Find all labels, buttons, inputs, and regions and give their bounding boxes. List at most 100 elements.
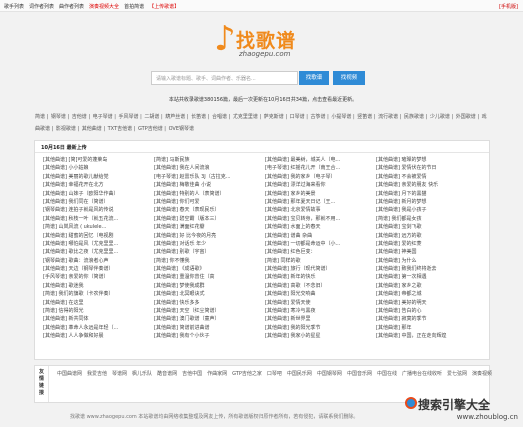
upload-link[interactable]: [其他曲谱] 革命人永远是年轻（...: [43, 324, 154, 332]
upload-link[interactable]: [其他曲谱] 谱曲 杂曲: [265, 232, 376, 240]
upload-link[interactable]: [简谱] 信得的阳光: [43, 307, 154, 315]
upload-link[interactable]: [其他曲谱] 寒冷与黑夜: [265, 307, 376, 315]
upload-link[interactable]: [其他曲谱] 远方的歌: [376, 232, 487, 240]
search-video-button[interactable]: 找视频: [333, 71, 365, 85]
upload-link[interactable]: [其他曲谱] 甜蜜的回忆（电视剧: [43, 232, 154, 240]
category-link[interactable]: 少儿歌谱 |: [430, 114, 455, 120]
upload-link[interactable]: [其他曲谱] 红色巨变：: [265, 248, 376, 256]
category-link[interactable]: 简谱 |: [35, 114, 50, 120]
upload-link[interactable]: [其他曲谱] 天空（红尘简谱）: [154, 307, 265, 315]
friend-link[interactable]: 演奏视频: [472, 370, 492, 377]
upload-link[interactable]: [其他曲谱] 致我们终将逝去: [376, 265, 487, 273]
nav-upload[interactable]: 【上传歌谱】: [149, 3, 179, 10]
upload-link[interactable]: [其他曲谱] 告白的心: [376, 307, 487, 315]
upload-link[interactable]: [其他曲谱] 我有个小伙子: [154, 332, 265, 340]
upload-link[interactable]: [其他曲谱] 高歌（不念旧）: [265, 282, 376, 290]
upload-link[interactable]: [其他曲谱] 为什么: [376, 257, 487, 265]
upload-link[interactable]: [其他曲谱] 我们同在（简谱）: [43, 198, 154, 206]
upload-link[interactable]: [其他曲谱] 在这里: [43, 299, 154, 307]
upload-link[interactable]: [其他曲谱] 快乐多多: [154, 299, 265, 307]
friend-link[interactable]: 中国音乐网: [347, 370, 372, 377]
mobile-link[interactable]: [手机版]: [499, 3, 518, 10]
friend-link[interactable]: 吉他中国: [182, 370, 202, 377]
upload-link[interactable]: [其他曲谱] 美丽的歌儿献给党: [43, 173, 154, 181]
upload-link[interactable]: [其他曲谱] [简]可爱的蓬莱岛: [43, 156, 154, 164]
category-link[interactable]: 外国歌谱 |: [456, 114, 481, 120]
category-link[interactable]: 影视歌谱 |: [56, 126, 81, 132]
friend-link[interactable]: 爱七弦网: [447, 370, 467, 377]
category-link[interactable]: 二胡谱 |: [144, 114, 164, 120]
category-link[interactable]: 口琴谱 |: [290, 114, 310, 120]
upload-link[interactable]: [其他曲谱] 歌比之夜（尤克里里...: [43, 248, 154, 256]
upload-link[interactable]: [其他曲谱] 神美国: [376, 248, 487, 256]
upload-link[interactable]: [钢琴曲谱] 连拍子就是风的传说: [43, 206, 154, 214]
upload-link[interactable]: [其他曲谱] 新世界里: [265, 315, 376, 323]
search-score-button[interactable]: 找歌谱: [299, 71, 329, 85]
friend-link[interactable]: 我爱吉他: [87, 370, 107, 377]
category-link[interactable]: TXT吉他谱 |: [108, 126, 137, 132]
upload-link[interactable]: [手风琴谱] 亲爱的你（简谱）: [43, 273, 154, 281]
friend-link[interactable]: 广播电台在线收听: [402, 370, 442, 377]
upload-link[interactable]: [其他曲谱] 人人争做和好晨: [43, 332, 154, 340]
upload-link[interactable]: [其他曲谱] 你们可爱: [154, 198, 265, 206]
upload-link[interactable]: [其他曲谱] 天边（钢琴伴奏谱）: [43, 265, 154, 273]
search-input[interactable]: 请输入歌谱标题、歌手、词曲作者、乐器名...: [151, 71, 298, 85]
category-link[interactable]: GTP吉他谱 |: [138, 126, 168, 132]
upload-link[interactable]: [其他曲谱] 重温你曾住（高: [154, 273, 265, 281]
upload-link[interactable]: [其他曲谱] 最美树，城关人（电...: [265, 156, 376, 164]
upload-link[interactable]: [其他曲谱] 对话乐 年少: [154, 240, 265, 248]
friend-link[interactable]: GTP吉他之家: [232, 370, 262, 377]
nav-composers[interactable]: 曲作者列表: [59, 3, 84, 10]
upload-link[interactable]: [电子琴谱] 赵雷乐队 3J（古拉克...: [154, 173, 265, 181]
category-link[interactable]: 萨克斯谱 |: [264, 114, 289, 120]
friend-link[interactable]: 中国钢琴网: [317, 370, 342, 377]
nav-videos[interactable]: 演奏视频大全: [89, 3, 119, 10]
upload-link[interactable]: [简谱] 马斯民族: [154, 156, 265, 164]
friend-link[interactable]: 酷音谱网: [157, 370, 177, 377]
category-link[interactable]: 长笛谱 |: [191, 114, 211, 120]
upload-link[interactable]: [其他曲谱] 帝都之城: [376, 290, 487, 298]
upload-link[interactable]: [简谱] 你不懂我: [154, 257, 265, 265]
upload-link[interactable]: [其他曲谱] 新共同体: [43, 315, 154, 323]
upload-link[interactable]: [钢琴曲谱] 歌曲：流浪者心声: [43, 257, 154, 265]
category-link[interactable]: 流行歌谱 |: [378, 114, 403, 120]
upload-link[interactable]: [其他曲谱] 爱的红菱: [376, 240, 487, 248]
nav-singers[interactable]: 歌手列表: [4, 3, 24, 10]
category-link[interactable]: 竖笛谱 |: [357, 114, 377, 120]
upload-link[interactable]: [其他曲谱] 阳光交响曲: [265, 290, 376, 298]
upload-link[interactable]: [其他曲谱] 哪怕是风（尤克里里...: [43, 240, 154, 248]
upload-link[interactable]: [其他曲谱] 不会被爱情: [376, 173, 487, 181]
category-link[interactable]: 民族歌谱 |: [404, 114, 429, 120]
upload-link[interactable]: [其他曲谱] 家乡之歌: [376, 282, 487, 290]
upload-link[interactable]: [简谱] 同样的歌: [265, 257, 376, 265]
upload-link[interactable]: [其他曲谱] 北冥眼诀式: [154, 290, 265, 298]
category-link[interactable]: 古筝谱 |: [311, 114, 331, 120]
upload-link[interactable]: [其他曲谱] 别歌（宇宙）: [154, 248, 265, 256]
category-link[interactable]: 合唱谱 |: [212, 114, 232, 120]
upload-link[interactable]: [其他曲谱] 新年的快乐: [265, 273, 376, 281]
site-logo[interactable]: ♪ 找歌谱 zhaogepu.com: [214, 20, 310, 60]
friend-link[interactable]: 作曲家网: [207, 370, 227, 377]
upload-link[interactable]: [其他曲谱] 我的阳光季节: [265, 324, 376, 332]
upload-link[interactable]: [其他曲谱] 特别的人（表简谱）: [154, 190, 265, 198]
upload-link[interactable]: [其他曲谱] 歌迷我: [43, 282, 154, 290]
upload-link[interactable]: [其他曲谱] 寂寞的季节: [376, 315, 487, 323]
category-link[interactable]: OVE钢琴谱: [169, 126, 194, 132]
category-link[interactable]: 电子琴谱 |: [93, 114, 118, 120]
category-link[interactable]: 小提琴谱 |: [331, 114, 356, 120]
upload-link[interactable]: [其他曲谱] 梦使我成群: [154, 282, 265, 290]
upload-link[interactable]: [其他曲谱] 简谱前进曲谱: [154, 324, 265, 332]
category-link[interactable]: 手风琴谱 |: [119, 114, 144, 120]
category-link[interactable]: 葫芦丝谱 |: [165, 114, 190, 120]
upload-link[interactable]: [其他曲谱] 爱情天使: [265, 299, 376, 307]
upload-link[interactable]: [其他曲谱] 新月的梦想: [376, 198, 487, 206]
upload-link[interactable]: [电子琴谱] 红摇花儿开（南王合...: [265, 164, 376, 172]
upload-link[interactable]: [其他曲谱] 满面红花瓣: [154, 223, 265, 231]
upload-link[interactable]: [其他曲谱] 亲爱的朋友 快乐: [376, 181, 487, 189]
friend-link[interactable]: 中国民乐网: [287, 370, 312, 377]
upload-link[interactable]: [其他曲谱] 漂洋过海来看你: [265, 181, 376, 189]
nav-lyricists[interactable]: 词作者列表: [29, 3, 54, 10]
upload-link[interactable]: [其他曲谱] 那年夏天日记（王...: [265, 198, 376, 206]
upload-link[interactable]: [其他曲谱] 月下的黑猫: [376, 190, 487, 198]
upload-link[interactable]: [其他曲谱] 第一次相遇: [376, 273, 487, 281]
